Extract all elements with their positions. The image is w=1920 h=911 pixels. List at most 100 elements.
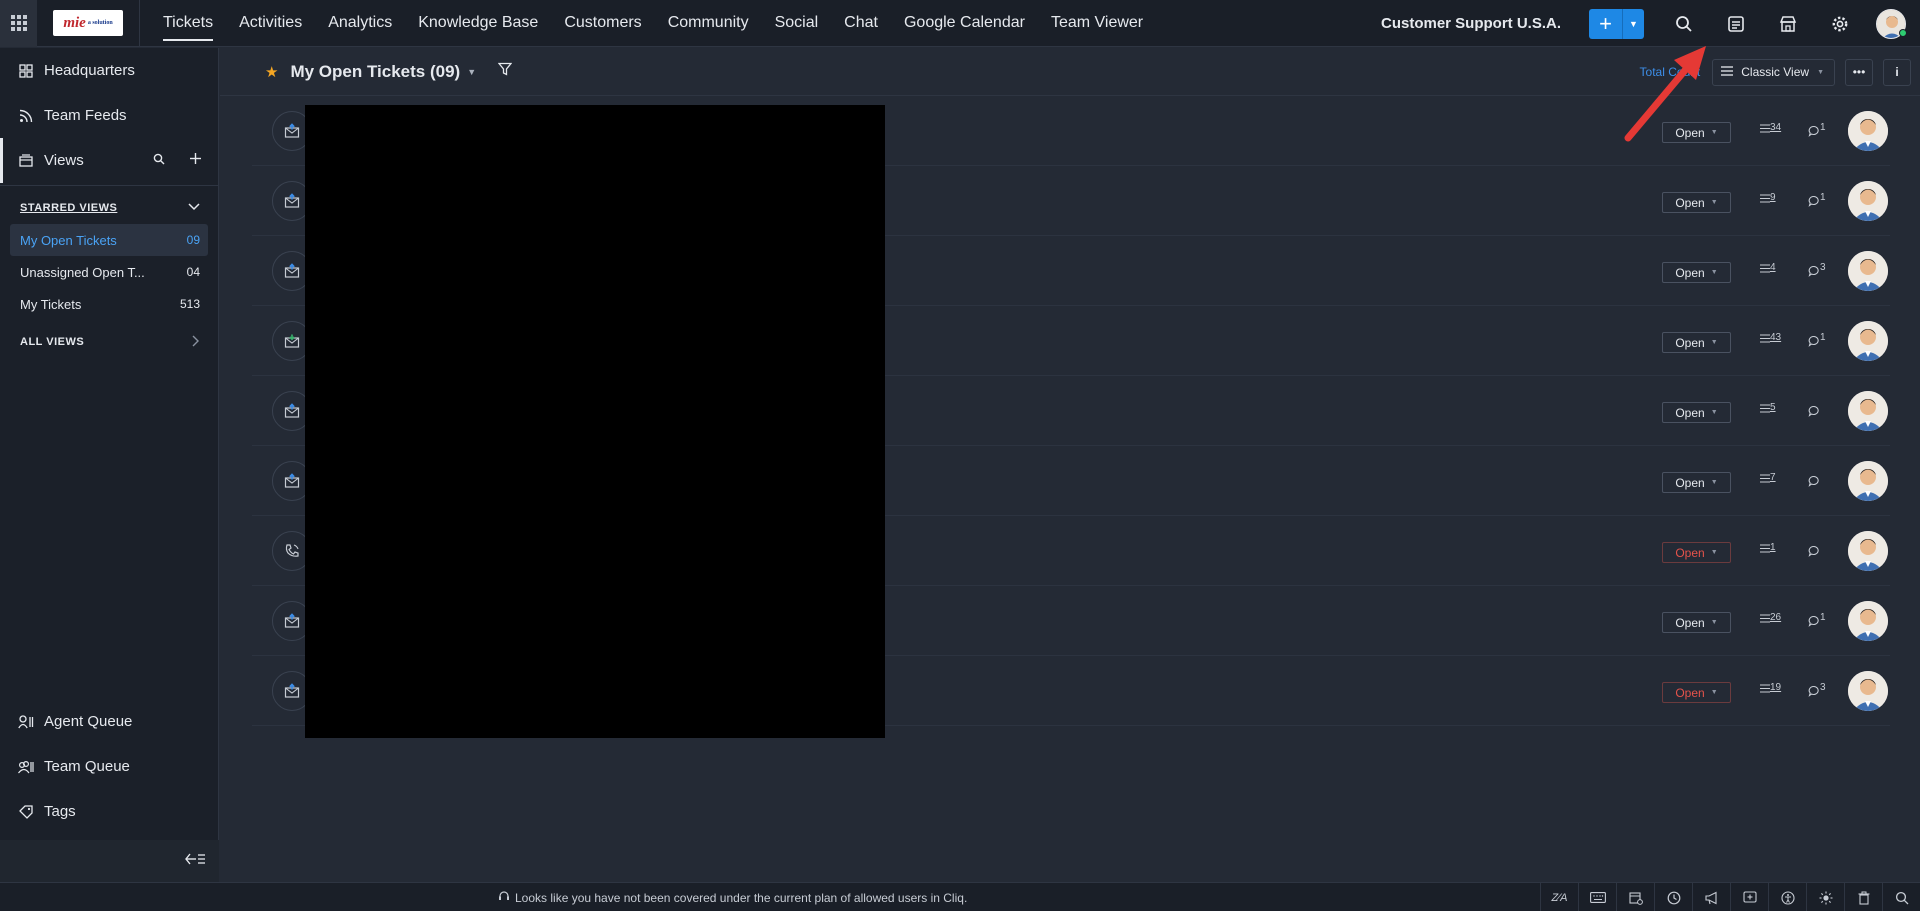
sidebar-item-team-feeds[interactable]: Team Feeds	[0, 93, 218, 138]
thread-count[interactable]: 19	[1760, 682, 1781, 697]
comment-count[interactable]: 1	[1808, 612, 1826, 630]
collapse-sidebar-bar	[0, 840, 219, 882]
starred-view-item[interactable]: My Open Tickets 09	[10, 224, 208, 256]
starred-views-header[interactable]: STARRED VIEWS	[0, 192, 218, 224]
clock-icon[interactable]	[1654, 883, 1692, 911]
comment-count[interactable]	[1808, 472, 1820, 490]
app-switcher-button[interactable]	[0, 0, 37, 47]
status-dropdown[interactable]: Open ▼	[1662, 542, 1731, 563]
thread-count[interactable]: 4	[1760, 262, 1776, 277]
company-logo[interactable]: mie a solution	[53, 10, 123, 36]
info-icon: i	[1895, 65, 1899, 79]
tab-activities[interactable]: Activities	[226, 0, 315, 47]
settings-icon[interactable]	[1814, 0, 1866, 47]
thread-icon	[1760, 332, 1770, 347]
comment-count[interactable]: 3	[1808, 682, 1826, 700]
search-icon[interactable]	[1882, 883, 1920, 911]
thread-count[interactable]: 26	[1760, 612, 1781, 627]
sidebar-item-headquarters[interactable]: Headquarters	[0, 48, 218, 93]
comment-count[interactable]: 3	[1808, 262, 1826, 280]
status-label: Open	[1675, 685, 1705, 700]
sidebar-item-views[interactable]: Views	[0, 138, 218, 183]
assignee-avatar[interactable]	[1848, 391, 1888, 431]
tab-social[interactable]: Social	[762, 0, 832, 47]
comment-count[interactable]: 1	[1808, 122, 1826, 140]
collapse-sidebar-icon[interactable]	[185, 852, 205, 870]
trash-icon[interactable]	[1844, 883, 1882, 911]
view-title[interactable]: My Open Tickets (09)	[290, 62, 460, 82]
tab-knowledge-base[interactable]: Knowledge Base	[405, 0, 551, 47]
thread-count-value: 34	[1770, 122, 1782, 133]
assignee-avatar[interactable]	[1848, 531, 1888, 571]
assignee-avatar[interactable]	[1848, 601, 1888, 641]
chevron-down-icon: ▼	[1710, 549, 1718, 556]
thread-icon	[1760, 682, 1770, 697]
views-icon	[18, 153, 34, 169]
chevron-right-icon[interactable]	[192, 335, 200, 350]
status-dropdown[interactable]: Open ▼	[1662, 192, 1731, 213]
assignee-avatar[interactable]	[1848, 251, 1888, 291]
chevron-down-icon[interactable]: ▼	[1623, 9, 1644, 39]
status-dropdown[interactable]: Open ▼	[1662, 262, 1731, 283]
tab-team-viewer[interactable]: Team Viewer	[1038, 0, 1156, 47]
comment-icon	[1808, 545, 1820, 560]
chat-add-icon[interactable]	[1730, 883, 1768, 911]
star-icon[interactable]: ★	[265, 63, 278, 81]
sidebar-item-tags[interactable]: Tags	[0, 789, 219, 834]
info-button[interactable]: i	[1883, 58, 1911, 86]
thread-count[interactable]: 34	[1760, 122, 1781, 137]
all-views-header[interactable]: ALL VIEWS	[0, 326, 218, 358]
tab-google-calendar[interactable]: Google Calendar	[891, 0, 1038, 47]
status-dropdown[interactable]: Open ▼	[1662, 612, 1731, 633]
view-layout-dropdown[interactable]: Classic View ▼	[1712, 58, 1835, 86]
thread-count[interactable]: 43	[1760, 332, 1781, 347]
calendar-settings-icon[interactable]	[1616, 883, 1654, 911]
sidebar-item-agent-queue[interactable]: Agent Queue	[0, 699, 219, 744]
assignee-avatar[interactable]	[1848, 181, 1888, 221]
add-view-icon[interactable]	[189, 152, 202, 169]
keyboard-icon[interactable]	[1578, 883, 1616, 911]
search-views-icon[interactable]	[153, 152, 165, 169]
status-dropdown[interactable]: Open ▼	[1662, 472, 1731, 493]
filter-icon[interactable]	[497, 62, 513, 81]
thread-count[interactable]: 5	[1760, 402, 1776, 417]
announcement-icon[interactable]	[1692, 883, 1730, 911]
add-new-button[interactable]: + ▼	[1589, 8, 1644, 39]
tab-chat[interactable]: Chat	[831, 0, 891, 47]
status-dropdown[interactable]: Open ▼	[1662, 332, 1731, 353]
tab-analytics[interactable]: Analytics	[315, 0, 405, 47]
thread-count[interactable]: 7	[1760, 472, 1776, 487]
plus-icon[interactable]: +	[1589, 8, 1623, 39]
chevron-down-icon: ▼	[1710, 479, 1718, 486]
theme-brightness-icon[interactable]	[1806, 883, 1844, 911]
chevron-down-icon: ▼	[1710, 619, 1718, 626]
org-name[interactable]: Customer Support U.S.A.	[1381, 15, 1561, 32]
chevron-down-icon[interactable]: ▼	[467, 67, 476, 77]
assignee-avatar[interactable]	[1848, 321, 1888, 361]
status-dropdown[interactable]: Open ▼	[1662, 402, 1731, 423]
status-label: Open	[1675, 405, 1705, 420]
assignee-avatar[interactable]	[1848, 461, 1888, 501]
tab-tickets[interactable]: Tickets	[150, 0, 226, 47]
comment-count[interactable]	[1808, 402, 1820, 420]
comment-icon	[1808, 265, 1820, 280]
comment-count[interactable]	[1808, 542, 1820, 560]
starred-view-item[interactable]: Unassigned Open T... 04	[10, 256, 208, 288]
tab-community[interactable]: Community	[655, 0, 762, 47]
sidebar-item-label: Views	[44, 152, 84, 169]
comment-count[interactable]: 1	[1808, 332, 1826, 350]
starred-view-item[interactable]: My Tickets 513	[10, 288, 208, 320]
sidebar-item-team-queue[interactable]: Team Queue	[0, 744, 219, 789]
chevron-down-icon[interactable]	[188, 202, 200, 214]
more-options-button[interactable]: •••	[1845, 58, 1873, 86]
thread-count[interactable]: 9	[1760, 192, 1776, 207]
comment-count[interactable]: 1	[1808, 192, 1826, 210]
translate-icon[interactable]: Z⁄A	[1540, 883, 1578, 911]
assignee-avatar[interactable]	[1848, 671, 1888, 711]
marketplace-icon[interactable]	[1762, 0, 1814, 47]
status-dropdown[interactable]: Open ▼	[1662, 682, 1731, 703]
assignee-avatar[interactable]	[1848, 111, 1888, 151]
thread-count[interactable]: 1	[1760, 542, 1776, 557]
accessibility-icon[interactable]	[1768, 883, 1806, 911]
tab-customers[interactable]: Customers	[551, 0, 654, 47]
